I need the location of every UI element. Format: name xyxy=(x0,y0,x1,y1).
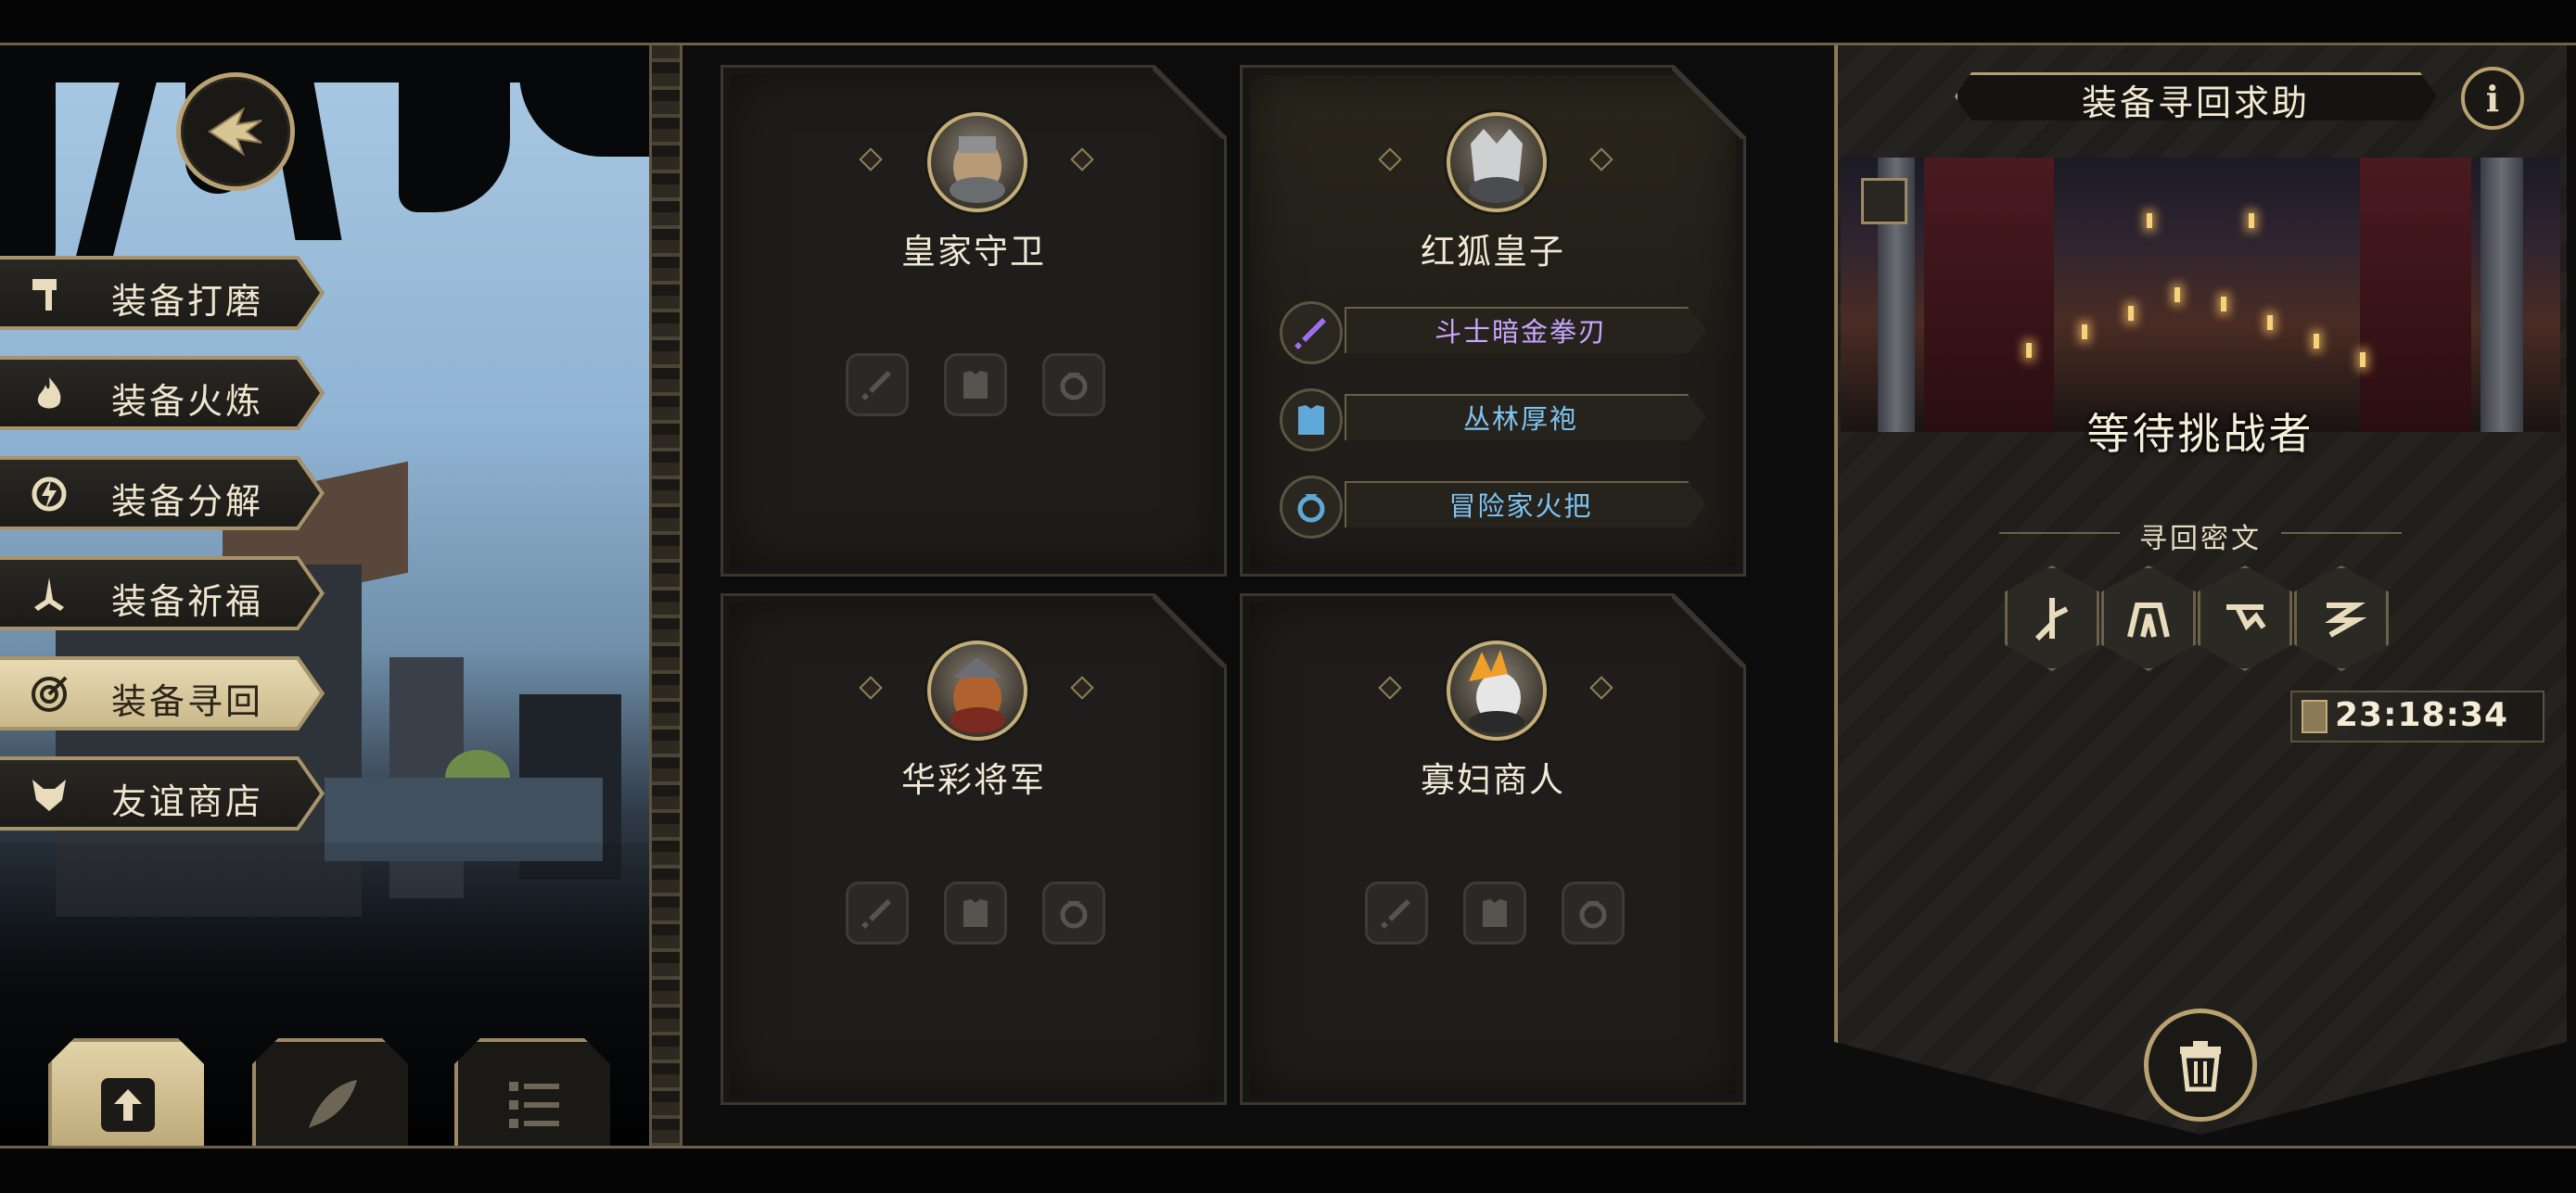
status-text: 等待挑战者 xyxy=(2086,409,2315,459)
accessory-slot[interactable] xyxy=(1042,353,1105,416)
menu-item-friend-shop[interactable]: 友谊商店 xyxy=(0,756,325,831)
menu-item-retrieve[interactable]: 装备寻回 xyxy=(0,656,325,730)
hammer-icon xyxy=(26,271,72,317)
ornament xyxy=(1378,147,1402,171)
ring-icon xyxy=(1280,476,1343,539)
accessory-slot[interactable] xyxy=(1042,882,1105,945)
hourglass-icon xyxy=(2302,700,2327,733)
challenger-name: 寡妇商人 xyxy=(1421,760,1565,800)
equipment-row[interactable]: 斗士暗金拳刃 xyxy=(1280,301,1706,364)
side-menu: 装备打磨 装备火炼 装备分解 装备祈福 装备寻回 友谊商店 xyxy=(0,256,325,857)
timer-value: 23:18:34 xyxy=(2335,696,2509,734)
equipment-row[interactable]: 丛林厚袍 xyxy=(1280,388,1706,451)
info-button[interactable]: i xyxy=(2461,67,2524,130)
ornament xyxy=(859,147,883,171)
ornament xyxy=(1070,147,1094,171)
avatar xyxy=(927,112,1027,212)
menu-item-label: 友谊商店 xyxy=(111,781,264,822)
upload-doc-icon xyxy=(93,1070,163,1140)
sword-icon xyxy=(1381,899,1410,929)
rune-2-icon[interactable] xyxy=(2101,565,2196,671)
challenger-card-general[interactable]: 华彩将军 xyxy=(721,593,1227,1105)
ornament xyxy=(859,676,883,700)
challenger-card-royal-guard[interactable]: 皇家守卫 xyxy=(721,65,1227,577)
menu-item-label: 装备打磨 xyxy=(111,281,264,322)
bottom-border xyxy=(0,1146,2576,1193)
ring-icon xyxy=(1060,373,1088,400)
menu-item-polish[interactable]: 装备打磨 xyxy=(0,256,325,330)
challenger-name: 红狐皇子 xyxy=(1421,232,1565,272)
list-icon xyxy=(499,1070,569,1140)
top-border xyxy=(0,0,2576,45)
avatar xyxy=(1447,641,1547,741)
fox-icon xyxy=(26,771,72,818)
avatar xyxy=(1447,112,1547,212)
challenger-name: 皇家守卫 xyxy=(901,232,1046,272)
sword-icon xyxy=(861,899,891,929)
menu-item-label: 装备火炼 xyxy=(111,381,264,422)
menu-item-label: 装备祈福 xyxy=(111,581,264,622)
ring-icon xyxy=(1060,901,1088,929)
disassemble-icon xyxy=(26,471,72,517)
armor-slot[interactable] xyxy=(944,353,1007,416)
weapon-slot[interactable] xyxy=(846,353,909,416)
rune-4-icon[interactable] xyxy=(2294,565,2389,671)
feather-icon xyxy=(297,1070,367,1140)
sword-icon xyxy=(861,371,891,400)
equipment-row[interactable]: 冒险家火把 xyxy=(1280,476,1706,539)
avatar xyxy=(927,641,1027,741)
info-icon: i xyxy=(2485,77,2500,120)
armor-slot[interactable] xyxy=(1463,882,1526,945)
challenger-card-widow-merchant[interactable]: 寡妇商人 xyxy=(1240,593,1746,1105)
tab-list[interactable] xyxy=(454,1038,610,1146)
armor-slot[interactable] xyxy=(944,882,1007,945)
prayer-hands-icon xyxy=(26,571,72,617)
armor-icon xyxy=(963,899,988,927)
ornament xyxy=(1589,147,1613,171)
expand-up-icon[interactable] xyxy=(1861,178,1907,224)
back-arrow-icon xyxy=(208,107,262,157)
equipment-name: 丛林厚袍 xyxy=(1462,403,1578,435)
cipher-heading: 寻回密文 xyxy=(2139,523,2262,555)
trash-icon xyxy=(2180,1041,2221,1092)
panel-title: 装备寻回求助 xyxy=(2081,82,2310,123)
countdown-timer: 23:18:34 xyxy=(2290,691,2544,742)
ornamental-divider xyxy=(649,45,682,1146)
menu-item-bless[interactable]: 装备祈福 xyxy=(0,556,325,630)
challenger-card-red-fox-prince[interactable]: 红狐皇子 斗士暗金拳刃 丛林厚袍 冒险家火把 xyxy=(1240,65,1746,577)
delete-button[interactable] xyxy=(2144,1009,2257,1122)
sword-icon xyxy=(1280,301,1343,364)
ornament xyxy=(1378,676,1402,700)
weapon-slot[interactable] xyxy=(846,882,909,945)
ring-icon xyxy=(1579,901,1607,929)
equipment-name: 冒险家火把 xyxy=(1448,490,1593,522)
ornament xyxy=(1070,676,1094,700)
menu-item-disassemble[interactable]: 装备分解 xyxy=(0,456,325,530)
tab-feather[interactable] xyxy=(252,1038,408,1146)
back-button[interactable] xyxy=(176,72,295,191)
ornament xyxy=(1589,676,1613,700)
armor-icon xyxy=(1280,388,1343,451)
accessory-slot[interactable] xyxy=(1562,882,1625,945)
menu-item-label: 装备寻回 xyxy=(111,681,264,722)
rune-1-icon[interactable] xyxy=(2005,565,2099,671)
cipher-runes xyxy=(2005,565,2394,671)
rune-3-icon[interactable] xyxy=(2198,565,2292,671)
tab-upload[interactable] xyxy=(48,1038,204,1146)
armor-icon xyxy=(963,371,988,399)
equipment-name: 斗士暗金拳刃 xyxy=(1434,316,1607,348)
armor-icon xyxy=(1483,899,1507,927)
weapon-slot[interactable] xyxy=(1365,882,1428,945)
menu-item-refine[interactable]: 装备火炼 xyxy=(0,356,325,430)
menu-item-label: 装备分解 xyxy=(111,481,264,522)
status-banner-image xyxy=(1841,158,2560,432)
flame-icon xyxy=(26,371,72,417)
target-icon xyxy=(26,671,72,717)
challenger-name: 华彩将军 xyxy=(901,760,1046,800)
